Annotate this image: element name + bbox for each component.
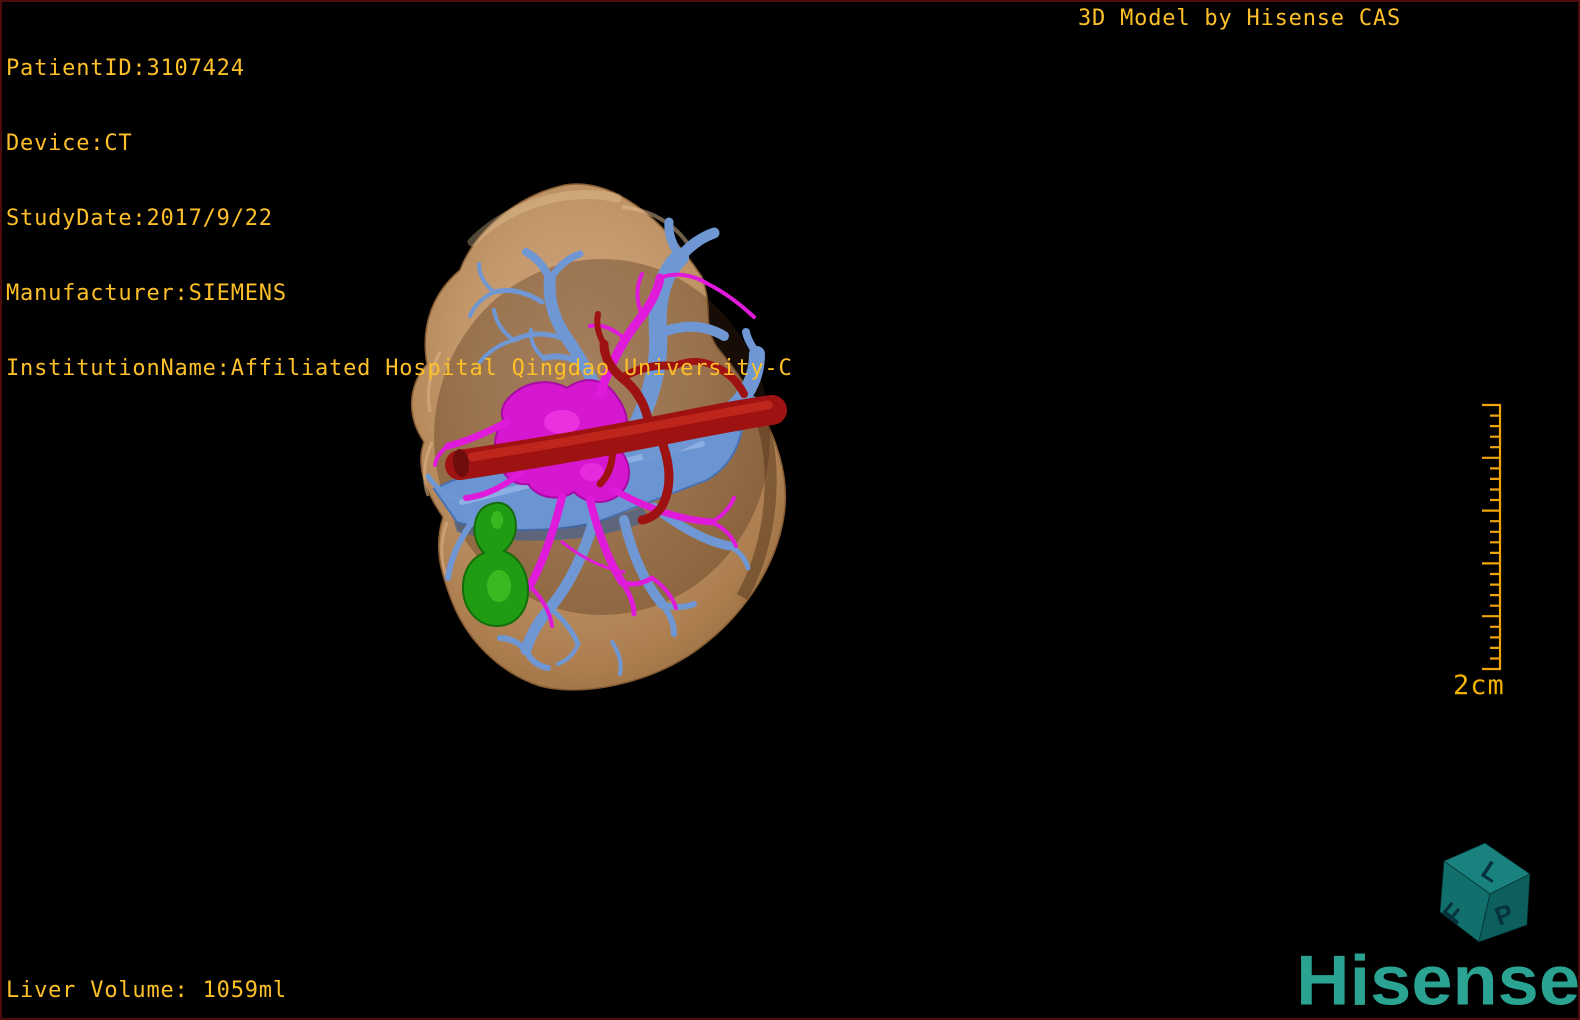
institution-name: InstitutionName:Affiliated Hospital Qing… (6, 356, 793, 381)
manufacturer: Manufacturer:SIEMENS (6, 281, 287, 306)
patient-id: PatientID:3107424 (6, 56, 245, 81)
liver-volume-readout: Liver Volume: 1059ml (6, 978, 287, 1003)
ruler-scale-label: 2cm (1453, 670, 1505, 701)
patient-info-block: PatientID:3107424 Device:CT StudyDate:20… (6, 6, 793, 431)
orientation-cube[interactable]: L F P (1420, 830, 1550, 955)
ruler-line (1482, 403, 1502, 671)
study-date: StudyDate:2017/9/22 (6, 206, 273, 231)
device: Device:CT (6, 131, 133, 156)
ruler-minor-ticks (1490, 414, 1500, 660)
hisense-logo: Hisense (1296, 940, 1580, 1020)
viewer-window: PatientID:3107424 Device:CT StudyDate:20… (0, 0, 1580, 1020)
watermark-text: 3D Model by Hisense CAS (1078, 6, 1402, 31)
ruler-major-ticks (1482, 456, 1500, 618)
scale-ruler: 2cm (1453, 403, 1505, 701)
